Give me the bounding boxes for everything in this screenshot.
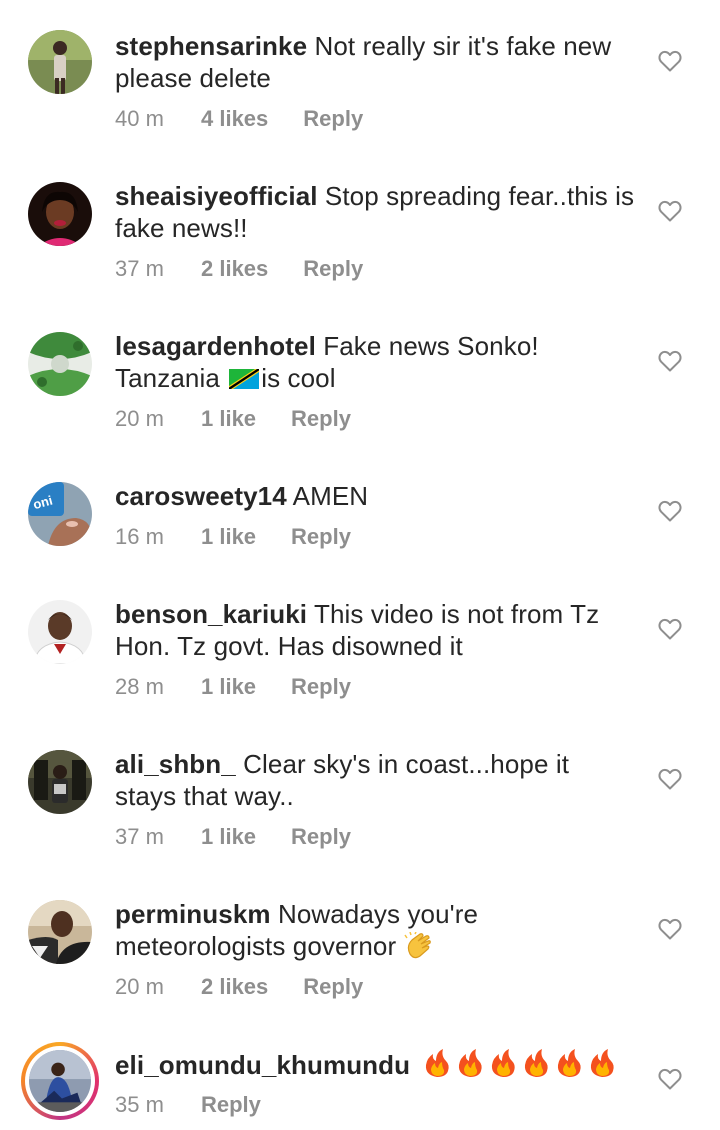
comment-text: stephensarinke Not really sir it's fake … <box>115 30 645 94</box>
comment-username[interactable]: perminuskm <box>115 899 271 929</box>
comment-username[interactable]: sheaisiyeofficial <box>115 181 318 211</box>
comment-body: meteorologists governor <box>115 931 397 961</box>
comment-meta: 40 m 4 likes Reply <box>115 106 363 132</box>
avatar-photo <box>28 900 92 964</box>
reply-button[interactable]: Reply <box>303 106 363 132</box>
fire-emoji-row <box>423 1048 623 1085</box>
comment-body: Not really sir it's fake new <box>314 31 612 61</box>
comment-username[interactable]: eli_omundu_khumundu <box>115 1050 410 1080</box>
comment-text: perminuskm Nowadays you're meteorologist… <box>115 898 645 962</box>
avatar[interactable] <box>28 182 92 246</box>
comment-meta: 20 m 2 likes Reply <box>115 974 363 1000</box>
avatar[interactable] <box>28 332 92 396</box>
comment-time: 37 m <box>115 824 164 849</box>
comment-likes[interactable]: 4 likes <box>201 106 268 132</box>
fire-emoji <box>558 1049 582 1077</box>
comment-username[interactable]: carosweety14 <box>115 481 287 511</box>
avatar[interactable] <box>28 600 92 664</box>
fire-emoji <box>426 1049 450 1077</box>
comment-time: 28 m <box>115 674 164 699</box>
fire-emoji <box>492 1049 516 1077</box>
comment-body: fake news!! <box>115 213 248 243</box>
comment-body: Clear sky's in coast...hope it <box>243 749 570 779</box>
heart-outline-icon[interactable] <box>658 918 682 940</box>
heart-outline-icon[interactable] <box>658 618 682 640</box>
avatar-photo <box>28 182 92 246</box>
avatar[interactable] <box>28 750 92 814</box>
comment-body: please delete <box>115 63 271 93</box>
reply-button[interactable]: Reply <box>291 406 351 432</box>
comment-likes[interactable]: 2 likes <box>201 256 268 282</box>
heart-outline-icon[interactable] <box>658 200 682 222</box>
comment-time: 35 m <box>115 1092 164 1117</box>
comment-username[interactable]: lesagardenhotel <box>115 331 316 361</box>
avatar-photo: oni <box>28 482 92 546</box>
comment-likes[interactable]: 1 like <box>201 674 256 700</box>
avatar-story-ring[interactable] <box>21 1042 99 1120</box>
comment-time: 37 m <box>115 256 164 281</box>
reply-button[interactable]: Reply <box>291 524 351 550</box>
comment-meta: 28 m 1 like Reply <box>115 674 351 700</box>
comment-meta: 37 m 2 likes Reply <box>115 256 363 282</box>
comment-body: Nowadays you're <box>277 899 479 929</box>
avatar <box>29 1050 91 1112</box>
heart-outline-icon[interactable] <box>658 500 682 522</box>
fire-emoji <box>459 1049 483 1077</box>
heart-outline-icon[interactable] <box>658 1068 682 1090</box>
reply-button[interactable]: Reply <box>303 974 363 1000</box>
heart-outline-icon[interactable] <box>658 768 682 790</box>
reply-button[interactable]: Reply <box>201 1092 261 1118</box>
fire-emoji <box>525 1049 549 1077</box>
avatar-photo <box>28 750 92 814</box>
comment-text: lesagardenhotel Fake news Sonko! Tanzani… <box>115 330 645 394</box>
comment-username[interactable]: benson_kariuki <box>115 599 307 629</box>
avatar-photo <box>28 600 92 664</box>
comment-time: 40 m <box>115 106 164 131</box>
comment-likes[interactable]: 1 like <box>201 406 256 432</box>
comment-username[interactable]: stephensarinke <box>115 31 307 61</box>
comment-body: AMEN <box>292 481 369 511</box>
tanzania-flag-emoji <box>229 369 260 389</box>
comment-body: Hon. Tz govt. Has disowned it <box>115 631 463 661</box>
avatar-photo <box>28 332 92 396</box>
comment-text: benson_kariuki This video is not from Tz… <box>115 598 645 662</box>
comment-meta: 37 m 1 like Reply <box>115 824 351 850</box>
comment-text: carosweety14 AMEN <box>115 480 645 512</box>
comment-likes[interactable]: 1 like <box>201 524 256 550</box>
comment-username[interactable]: ali_shbn_ <box>115 749 236 779</box>
comment-likes[interactable]: 1 like <box>201 824 256 850</box>
fire-emoji-group <box>426 1049 615 1077</box>
avatar[interactable] <box>28 30 92 94</box>
heart-outline-icon[interactable] <box>658 50 682 72</box>
clapping-hands-emoji <box>403 932 431 959</box>
reply-button[interactable]: Reply <box>303 256 363 282</box>
heart-outline-icon[interactable] <box>658 350 682 372</box>
avatar-photo <box>28 30 92 94</box>
avatar-ring-gap <box>25 1046 95 1116</box>
comment-time: 20 m <box>115 406 164 431</box>
comment-body: Stop spreading fear..this is <box>324 181 635 211</box>
comment-time: 16 m <box>115 524 164 549</box>
comment-body: stays that way.. <box>115 781 294 811</box>
comment-body: is cool <box>261 363 336 393</box>
comment-meta: 35 m Reply <box>115 1092 261 1118</box>
avatar[interactable] <box>28 900 92 964</box>
comment-likes[interactable]: 2 likes <box>201 974 268 1000</box>
reply-button[interactable]: Reply <box>291 824 351 850</box>
comment-text: eli_omundu_khumundu <box>115 1048 645 1085</box>
comment-body: This video is not from Tz <box>314 599 600 629</box>
fire-emoji <box>591 1049 615 1077</box>
comment-meta: 20 m 1 like Reply <box>115 406 351 432</box>
comment-time: 20 m <box>115 974 164 999</box>
comment-text: sheaisiyeofficial Stop spreading fear..t… <box>115 180 645 244</box>
avatar[interactable]: oni <box>28 482 92 546</box>
avatar-photo <box>29 1050 91 1112</box>
comment-body: Fake news Sonko! <box>323 331 539 361</box>
comment-meta: 16 m 1 like Reply <box>115 524 351 550</box>
comment-text: ali_shbn_ Clear sky's in coast...hope it… <box>115 748 645 812</box>
reply-button[interactable]: Reply <box>291 674 351 700</box>
comment-body: Tanzania <box>115 363 220 393</box>
